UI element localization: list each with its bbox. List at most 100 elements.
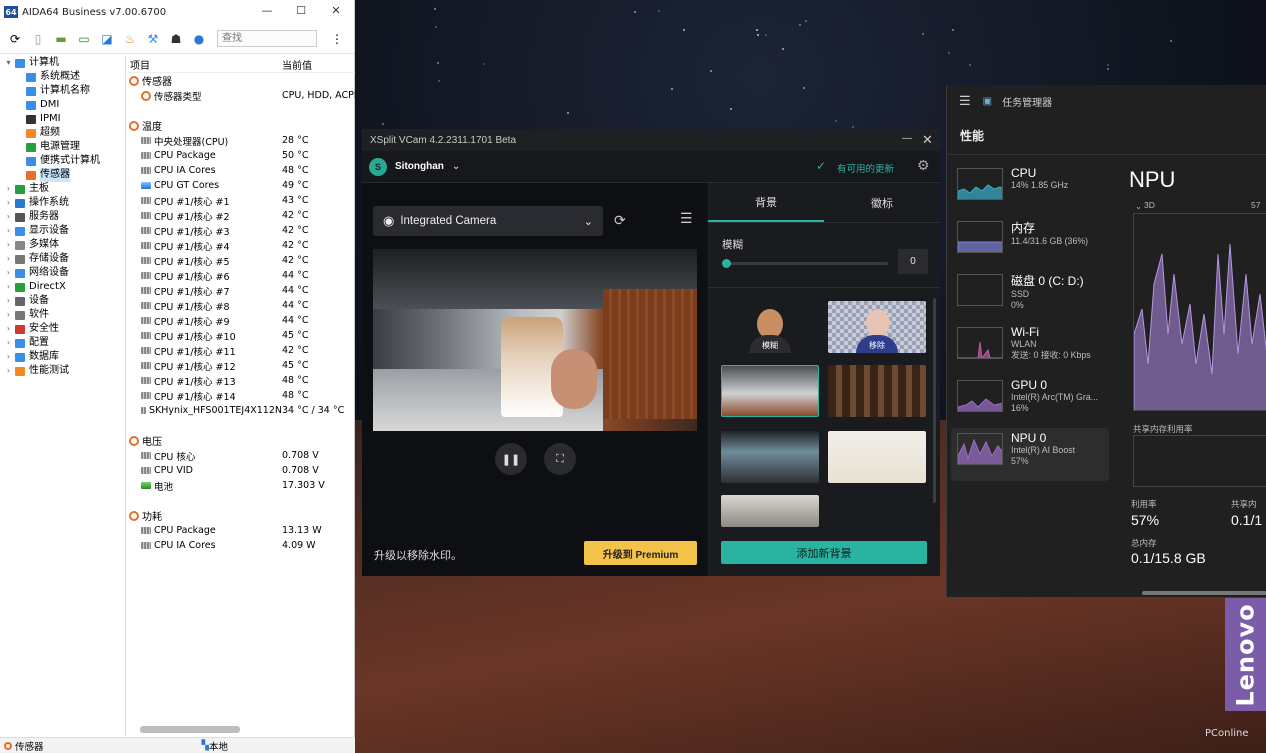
bg-thumb-hall[interactable] [721, 495, 819, 527]
tree-item[interactable]: › 网络设备 [0, 266, 125, 280]
chevron-right-icon[interactable]: › [4, 238, 13, 252]
chevron-right-icon[interactable]: › [4, 182, 13, 196]
bg-thumb-remove[interactable]: 移除 [828, 301, 926, 353]
add-background-button[interactable]: 添加新背景 [721, 541, 927, 564]
camera-select[interactable]: ◉ Integrated Camera ⌄ [373, 206, 603, 236]
tree-item[interactable]: › 主板 [0, 182, 125, 196]
memory-icon[interactable]: ▭ [75, 30, 93, 48]
xs-minimize-button[interactable]: — [902, 133, 912, 144]
tree-item[interactable]: 系统概述 [0, 70, 125, 84]
list-item[interactable]: CPU #1/核心 #2 42 °C [127, 208, 355, 223]
horizontal-scrollbar[interactable] [140, 726, 240, 733]
list-item[interactable]: CPU #1/核心 #7 44 °C [127, 283, 355, 298]
list-item[interactable]: CPU #1/核心 #10 45 °C [127, 328, 355, 343]
list-item[interactable]: CPU #1/核心 #1 43 °C [127, 193, 355, 208]
resource-item[interactable]: GPU 0 Intel(R) Arc(TM) Gra... 16% [951, 375, 1109, 428]
tree-item[interactable]: DMI [0, 98, 125, 112]
chevron-right-icon[interactable]: › [4, 308, 13, 322]
thumbs-scrollbar[interactable] [933, 298, 936, 503]
tm-scrollbar[interactable] [1142, 591, 1266, 595]
refresh-icon[interactable]: ⟳ [6, 30, 24, 48]
list-item[interactable]: CPU Package 50 °C [127, 148, 355, 163]
tree-item[interactable]: › 配置 [0, 336, 125, 350]
column-item[interactable]: 项目 [127, 57, 282, 72]
chevron-right-icon[interactable]: › [4, 252, 13, 266]
refresh-icon[interactable]: ⟳ [614, 212, 626, 229]
bg-thumb-living-room[interactable] [721, 365, 819, 417]
tree-item[interactable]: › 存储设备 [0, 252, 125, 266]
list-section[interactable]: 功耗 [127, 508, 355, 523]
chevron-right-icon[interactable]: › [4, 266, 13, 280]
tree-item[interactable]: › 设备 [0, 294, 125, 308]
flame-icon[interactable]: ♨ [121, 30, 139, 48]
chevron-down-icon[interactable]: ⌄ [1135, 201, 1142, 212]
list-item[interactable]: CPU #1/核心 #11 42 °C [127, 343, 355, 358]
graph-label[interactable]: 3D [1144, 200, 1155, 210]
chevron-right-icon[interactable]: › [4, 364, 13, 378]
chevron-down-icon[interactable]: ▾ [4, 56, 13, 70]
chevron-right-icon[interactable]: › [4, 294, 13, 308]
tree-item[interactable]: › 多媒体 [0, 238, 125, 252]
update-link[interactable]: 有可用的更新 [837, 161, 894, 175]
upgrade-premium-button[interactable]: 升级到 Premium [584, 541, 697, 565]
avatar[interactable]: S [369, 157, 387, 176]
tree-item[interactable]: › 安全性 [0, 322, 125, 336]
chevron-right-icon[interactable]: › [4, 210, 13, 224]
tree-item[interactable]: 计算机名称 [0, 84, 125, 98]
tree-item[interactable]: › 服务器 [0, 210, 125, 224]
search-input[interactable] [217, 30, 317, 47]
list-item[interactable]: CPU VID 0.708 V [127, 463, 355, 478]
list-item[interactable]: CPU #1/核心 #13 48 °C [127, 373, 355, 388]
tab-background[interactable]: 背景 [708, 183, 824, 222]
bg-thumb-blur[interactable]: 模糊 [721, 301, 819, 353]
list-item[interactable]: CPU #1/核心 #9 44 °C [127, 313, 355, 328]
bg-thumb-wood[interactable] [828, 365, 926, 417]
tools-icon[interactable]: ⚒ [144, 30, 162, 48]
tree-item[interactable]: › 操作系统 [0, 196, 125, 210]
chevron-right-icon[interactable]: › [4, 224, 13, 238]
list-item[interactable]: 传感器类型 CPU, HDD, ACPI, [127, 88, 355, 103]
list-item[interactable]: SKHynix_HFS001TEJ4X112N 34 °C / 34 °C [127, 403, 355, 418]
list-item[interactable]: CPU #1/核心 #14 48 °C [127, 388, 355, 403]
tree-item[interactable]: › DirectX [0, 280, 125, 294]
list-item[interactable]: CPU #1/核心 #6 44 °C [127, 268, 355, 283]
list-item[interactable]: CPU IA Cores 4.09 W [127, 538, 355, 553]
chevron-right-icon[interactable]: › [4, 196, 13, 210]
list-item[interactable]: CPU #1/核心 #4 42 °C [127, 238, 355, 253]
tree-item[interactable]: › 性能测试 [0, 364, 125, 378]
bg-thumb-white-room[interactable] [828, 431, 926, 483]
list-item[interactable]: 中央处理器(CPU) 28 °C [127, 133, 355, 148]
chevron-right-icon[interactable]: › [4, 322, 13, 336]
tree-item[interactable]: 电源管理 [0, 140, 125, 154]
column-value[interactable]: 当前值 [282, 57, 312, 72]
chevron-right-icon[interactable]: › [4, 336, 13, 350]
blur-value[interactable]: 0 [898, 249, 928, 274]
user-name[interactable]: Sitonghan [395, 161, 444, 172]
network-icon[interactable]: ◪ [98, 30, 116, 48]
close-button[interactable]: ✕ [327, 4, 345, 17]
list-item[interactable]: CPU #1/核心 #12 45 °C [127, 358, 355, 373]
resource-item[interactable]: Wi-Fi WLAN 发送: 0 接收: 0 Kbps [951, 322, 1109, 375]
chevron-right-icon[interactable]: › [4, 280, 13, 294]
resource-item[interactable]: 内存 11.4/31.6 GB (36%) [951, 216, 1109, 269]
chevron-right-icon[interactable]: › [4, 350, 13, 364]
list-section[interactable]: 传感器 [127, 73, 355, 88]
chevron-down-icon[interactable]: ⌄ [452, 161, 460, 172]
tree-item[interactable]: 超频 [0, 126, 125, 140]
list-section[interactable]: 电压 [127, 433, 355, 448]
list-section[interactable]: 温度 [127, 118, 355, 133]
list-item[interactable]: CPU IA Cores 48 °C [127, 163, 355, 178]
tree-item[interactable]: 便携式计算机 [0, 154, 125, 168]
tree-item[interactable]: › 显示设备 [0, 224, 125, 238]
globe-icon[interactable]: ● [190, 30, 208, 48]
xs-close-button[interactable]: ✕ [922, 132, 933, 148]
tree-item[interactable]: › 软件 [0, 308, 125, 322]
list-item[interactable]: CPU #1/核心 #8 44 °C [127, 298, 355, 313]
tree-item[interactable]: IPMI [0, 112, 125, 126]
list-item[interactable]: 电池 17.303 V [127, 478, 355, 493]
resource-item[interactable]: NPU 0 Intel(R) AI Boost 57% [951, 428, 1109, 481]
list-item[interactable]: CPU Package 13.13 W [127, 523, 355, 538]
blur-slider-knob[interactable] [722, 259, 731, 268]
bg-thumb-office[interactable] [721, 431, 819, 483]
bios-update-icon[interactable]: ▬ [52, 30, 70, 48]
